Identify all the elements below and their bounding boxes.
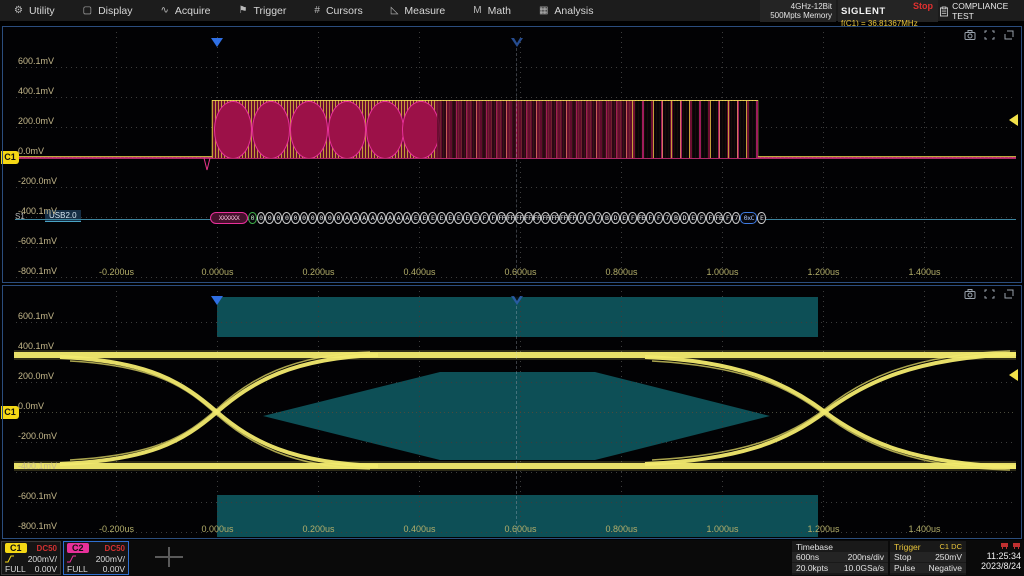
clock-box[interactable]: 11:25:34 2023/8/24: [968, 541, 1023, 575]
menu-item-label: Measure: [404, 5, 445, 17]
menu-item-icon: ◺: [391, 5, 399, 16]
plot-frame: [2, 26, 1022, 283]
channel-bandwidth: FULL: [67, 564, 88, 574]
compliance-test-button[interactable]: COMPLIANCE TEST: [940, 0, 1024, 22]
lan-status-icons: [970, 542, 1021, 551]
channel-coupling: DC50: [37, 544, 57, 553]
slope-icon: [5, 555, 14, 563]
channel-box-c2[interactable]: C2 DC50 200mV/ FULL 0.00V: [63, 541, 129, 575]
menu-item-label: Utility: [29, 5, 55, 17]
trigger-title: Trigger: [894, 542, 921, 552]
menu-item[interactable]: ▦ Analysis: [525, 0, 608, 22]
menu-item[interactable]: # Cursors: [300, 0, 376, 22]
menu-item-icon: ⚙: [14, 5, 23, 16]
channel-scale: 200mV/: [96, 554, 125, 564]
menu-item[interactable]: ∿ Acquire: [147, 0, 225, 22]
plot-frame: [2, 285, 1022, 539]
menu-items: ⚙ Utility ▢ Display ∿ Acquire ⚑ Trigger …: [0, 0, 608, 22]
menu-bar: ⚙ Utility ▢ Display ∿ Acquire ⚑ Trigger …: [0, 0, 1024, 22]
menu-item-icon: M: [473, 5, 481, 16]
channel-box-c1[interactable]: C1 DC50 200mV/ FULL 0.00V: [1, 541, 61, 575]
timebase-title: Timebase: [792, 541, 888, 552]
brand-block: SIGLENT Stop f(C1) = 36.81367MHz: [838, 0, 938, 22]
channel-badge: C2: [67, 543, 89, 553]
channel-offset: 0.00V: [35, 564, 57, 574]
menu-item-label: Analysis: [554, 5, 593, 17]
lan-icon: [1012, 542, 1021, 550]
menu-item-label: Acquire: [175, 5, 211, 17]
menu-item-icon: ∿: [161, 5, 169, 16]
trigger-level: 250mV: [935, 552, 962, 562]
trigger-type: Pulse: [894, 563, 915, 573]
trigger-box[interactable]: Trigger C1 DC Stop 250mV Pulse Negative: [890, 541, 966, 575]
menu-item-icon: ▢: [83, 5, 92, 16]
lan-icon: [1000, 542, 1009, 550]
menu-item-label: Math: [488, 5, 511, 17]
channel-bandwidth: FULL: [5, 564, 26, 574]
timebase-box[interactable]: Timebase 600ns 200ns/div 20.0kpts 10.0GS…: [792, 541, 888, 575]
waveform-plot[interactable]: S1 USB2.0 XXXXXX00000000000AAAAAAAAEEEEE…: [0, 26, 1024, 283]
trigger-slope: Negative: [928, 563, 962, 573]
brand-logo: SIGLENT: [841, 6, 886, 17]
run-state-badge[interactable]: Stop: [913, 1, 933, 11]
menu-item-icon: ▦: [539, 5, 548, 16]
timebase-delay: 600ns: [796, 552, 819, 562]
menu-item-label: Trigger: [254, 5, 287, 17]
menu-item[interactable]: ⚙ Utility: [0, 0, 69, 22]
clock-date: 2023/8/24: [970, 561, 1021, 571]
status-bar: C1 DC50 200mV/ FULL 0.00V C2 DC50 200mV/…: [0, 540, 1024, 576]
spec-memory: 500Mpts Memory: [760, 11, 832, 20]
channel-badge: C1: [5, 543, 27, 553]
channel-offset: 0.00V: [103, 564, 125, 574]
menu-item[interactable]: ▢ Display: [69, 0, 147, 22]
menu-item[interactable]: ⚑ Trigger: [225, 0, 301, 22]
slope-icon: [67, 555, 76, 563]
clock-time: 11:25:34: [970, 551, 1021, 561]
menu-item[interactable]: ◺ Measure: [377, 0, 460, 22]
timebase-memory: 20.0kpts: [796, 563, 828, 573]
channel-scale: 200mV/: [28, 554, 57, 564]
spec-bandwidth: 4GHz-12Bit: [760, 2, 832, 11]
compliance-icon: [940, 6, 948, 17]
menu-item-icon: ⚑: [239, 5, 248, 16]
compliance-label: COMPLIANCE TEST: [952, 1, 1024, 21]
trigger-source: C1 DC: [939, 542, 962, 552]
timebase-scale: 200ns/div: [848, 552, 884, 562]
menu-item-label: Cursors: [326, 5, 363, 17]
scope-spec: 4GHz-12Bit 500Mpts Memory: [760, 0, 836, 22]
channel-coupling: DC50: [105, 544, 125, 553]
menu-item-icon: #: [314, 5, 320, 16]
timebase-rate: 10.0GSa/s: [844, 563, 884, 573]
trigger-state: Stop: [894, 552, 912, 562]
menu-item-label: Display: [98, 5, 132, 17]
add-channel-button[interactable]: [155, 547, 183, 567]
eye-diagram-plot[interactable]: 600.1mV400.1mV200.0mV0.0mV-200.0mV-400.1…: [0, 285, 1024, 539]
menu-item[interactable]: M Math: [459, 0, 525, 22]
